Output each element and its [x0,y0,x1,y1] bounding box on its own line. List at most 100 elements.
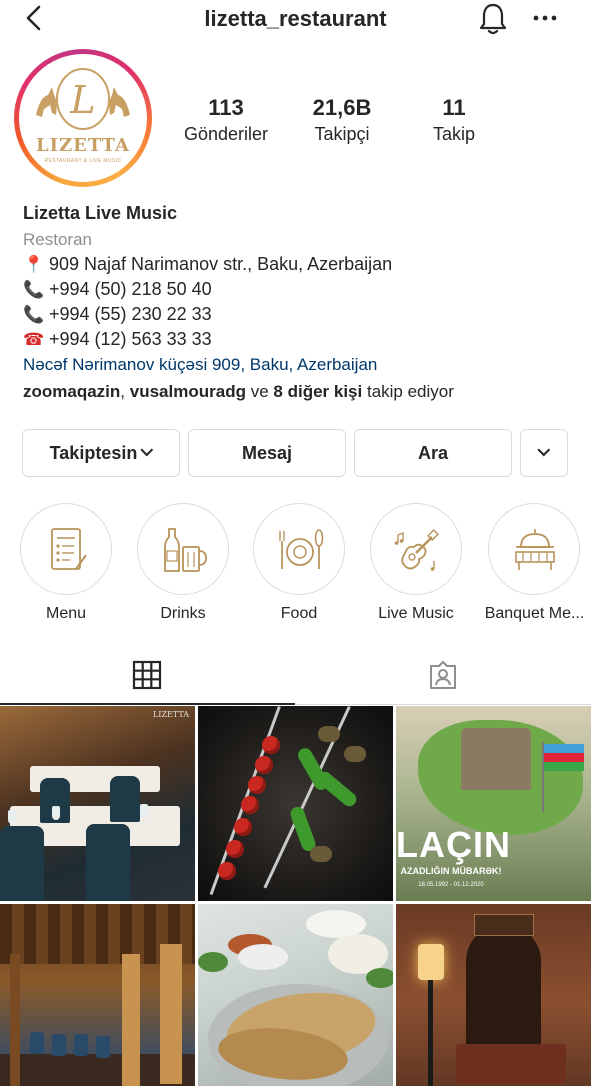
more-options-icon[interactable] [532,12,558,24]
profile-logo: L LIZETTA RESTAURANT & LIVE MUSIC [22,57,144,179]
profile-category: Restoran [23,230,92,249]
followers-count[interactable]: 21,6B Takipçi [292,95,392,146]
message-button-label: Mesaj [241,442,293,463]
column-shape [122,954,140,1086]
highlight-drinks[interactable]: Drinks [133,503,233,623]
chair-shape [86,824,130,901]
bio-phone-line-1: 📞 +994 (50) 218 50 40 [23,277,583,302]
doorway-shape [466,924,541,1064]
bench-shape [456,1044,566,1084]
following-button[interactable]: Takiptesin [22,429,180,477]
guitar-icon [394,529,439,571]
banquet-icon [515,529,555,570]
eggplant-shape [344,746,366,762]
sign-shape [474,914,534,936]
highlight-live-music[interactable]: Live Music [366,503,466,623]
bio-address: 909 Najaf Narimanov str., Baku, Azerbaij… [49,254,393,274]
highlight-food[interactable]: Food [249,503,349,623]
suggested-accounts-button[interactable] [520,429,568,477]
column-shape [10,954,20,1086]
followed-by-user-2[interactable]: vusalmouradg [130,382,246,401]
chair-shape [0,826,44,901]
post-thumbnail-banquet-hall[interactable] [0,904,195,1086]
tomato-shape [255,756,273,774]
profile-bio: Lizetta Live Music Restoran 📍 909 Najaf N… [23,201,583,406]
message-button[interactable]: Mesaj [188,429,346,477]
chevron-down-icon [140,443,154,456]
followed-by-separator: , [120,382,126,401]
lamp-pole-shape [428,980,433,1086]
tomato-shape [226,840,244,858]
bio-phone-line-2: 📞 +994 (55) 230 22 33 [23,302,583,327]
following-count[interactable]: 11 Takip [404,95,504,146]
tagged-icon [430,661,456,689]
highlight-menu[interactable]: Menu [16,503,116,623]
followed-by-user-1[interactable]: zoomaqazin [23,382,120,401]
tomato-shape [234,818,252,836]
tomato-shape [241,796,259,814]
call-button[interactable]: Ara [354,429,512,477]
tab-posts-grid[interactable] [0,651,295,705]
following-button-label: Takiptesin [49,442,138,463]
bio-phone-2: +994 (55) 230 22 33 [49,304,212,324]
avatar: L LIZETTA RESTAURANT & LIVE MUSIC [19,54,147,182]
phone-icon: 📞 [23,280,45,299]
chair-shape [74,1034,88,1056]
bio-phone-line-3: ☎ +994 (12) 563 33 33 [23,327,583,352]
highlight-label: Live Music [378,605,454,622]
lamp-shape [418,944,444,980]
address-link[interactable]: Nəcəf Nərimanov küçəsi 909, Baku, Azerba… [23,352,583,378]
post-thumbnail-qutab-plate[interactable] [198,904,393,1086]
followed-by-suffix: takip ediyor [366,382,454,401]
followed-by-others[interactable]: 8 diğer kişi [273,382,362,401]
post-thumbnail-interior-lamp[interactable] [396,904,591,1086]
pin-icon: 📍 [23,255,45,274]
highlight-label: Food [280,605,318,622]
tomato-shape [248,776,266,794]
highlight-label: Menu [45,605,87,622]
profile-display-name: Lizetta Live Music [23,203,178,223]
post-subtitle: AZADLIĞIN MÜBARƏK! [400,866,502,876]
followed-by[interactable]: zoomaqazin, vusalmouradg ve 8 diğer kişi… [23,378,583,406]
logo-tagline: RESTAURANT & LIVE MUSIC [44,158,122,164]
highlight-cover [253,503,345,595]
phone-icon: 📞 [23,305,45,324]
castle-shape [461,728,531,790]
glass-shape [8,810,16,824]
chevron-down-icon [536,443,550,456]
bio-address-line: 📍 909 Najaf Narimanov str., Baku, Azerbai… [23,252,583,277]
top-bar: lizetta_restaurant [0,0,591,40]
following-count-label: Takip [432,124,476,144]
bell-icon[interactable] [477,2,509,36]
highlight-banquet-menu[interactable]: Banquet Me... [478,503,591,623]
post-title: LAÇIN [396,824,511,865]
post-thumbnail-kebab-skewers[interactable] [198,706,393,901]
chair-shape [52,1034,66,1056]
bio-phone-1: +994 (50) 218 50 40 [49,279,212,299]
azerbaijan-flag-icon [544,744,584,771]
logo-wordmark: LIZETTA [35,135,131,156]
grid-icon [132,660,162,690]
bowl-shape [238,944,288,970]
post-thumbnail-lachin-poster[interactable]: LAÇIN AZADLIĞIN MÜBARƏK! 18.05.1992 - 01… [396,706,591,901]
followers-count-label: Takipçi [314,124,370,144]
menu-icon [51,528,87,570]
post-watermark: LIZETTA [152,710,189,719]
tomato-shape [262,736,280,754]
glass-shape [52,806,60,820]
post-thumbnail-restaurant-hall[interactable]: LIZETTA [0,706,195,901]
eggplant-shape [318,726,340,742]
story-ring[interactable]: L LIZETTA RESTAURANT & LIVE MUSIC [14,49,152,187]
column-shape [160,944,182,1084]
call-button-label: Ara [417,442,448,463]
herb-shape [198,952,228,972]
followed-by-and: ve [250,382,269,401]
tab-tagged[interactable] [296,651,591,705]
highlight-cover [20,503,112,595]
posts-count[interactable]: 113 Gönderiler [176,95,276,146]
chair-shape [30,1032,44,1054]
chair-shape [96,1036,110,1058]
food-icon [279,529,324,569]
telephone-icon: ☎ [23,330,45,349]
drinks-icon [164,528,207,572]
